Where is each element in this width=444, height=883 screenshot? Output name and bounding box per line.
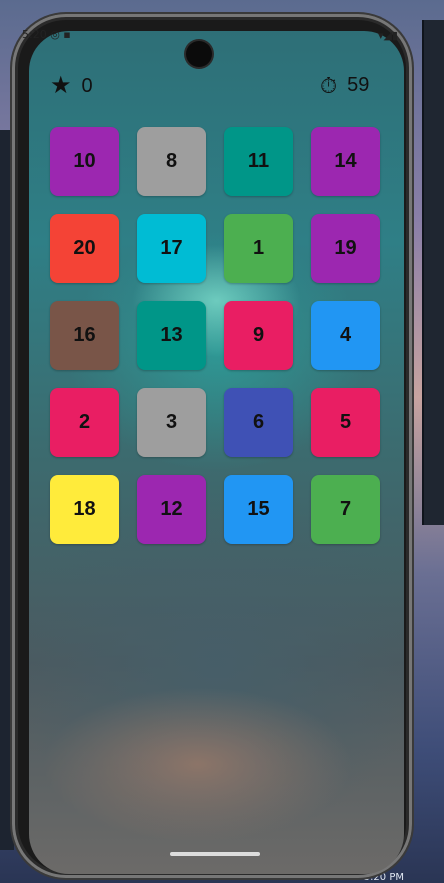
star-icon: ★: [50, 72, 72, 99]
number-tile[interactable]: 2: [50, 388, 119, 457]
background-art: [29, 661, 404, 874]
number-tile[interactable]: 7: [311, 475, 380, 544]
number-tile[interactable]: 6: [224, 388, 293, 457]
number-tile[interactable]: 15: [224, 475, 293, 544]
status-icons: ◎ ▪: [50, 28, 71, 41]
system-status-icons: ▾◢▮: [377, 30, 398, 42]
number-tile-grid: 10 8 11 14 20 17 1 19 16 13 9 4 2 3 6 5 18 12 15 7: [50, 127, 380, 544]
home-indicator[interactable]: [170, 852, 260, 856]
number-tile[interactable]: 16: [50, 301, 119, 370]
timer-value: 59: [347, 74, 370, 96]
status-time: 5:20: [22, 28, 47, 41]
score-value: 0: [81, 74, 93, 97]
desktop-window-edge-right: [422, 20, 444, 525]
number-tile[interactable]: 13: [137, 301, 206, 370]
number-tile[interactable]: 8: [137, 127, 206, 196]
number-tile[interactable]: 11: [224, 127, 293, 196]
number-tile[interactable]: 12: [137, 475, 206, 544]
number-tile[interactable]: 9: [224, 301, 293, 370]
number-tile[interactable]: 5: [311, 388, 380, 457]
timer-display: ⏱ 59: [320, 74, 369, 97]
stopwatch-icon: ⏱: [320, 72, 338, 98]
number-tile[interactable]: 1: [224, 214, 293, 283]
status-bar: 5:20 ◎ ▪: [22, 28, 71, 41]
number-tile[interactable]: 14: [311, 127, 380, 196]
score-display: ★ 0: [50, 74, 93, 98]
number-tile[interactable]: 17: [137, 214, 206, 283]
number-tile[interactable]: 18: [50, 475, 119, 544]
number-tile[interactable]: 10: [50, 127, 119, 196]
number-tile[interactable]: 4: [311, 301, 380, 370]
number-tile[interactable]: 19: [311, 214, 380, 283]
number-tile[interactable]: 20: [50, 214, 119, 283]
camera-cutout: [186, 41, 212, 67]
number-tile[interactable]: 3: [137, 388, 206, 457]
